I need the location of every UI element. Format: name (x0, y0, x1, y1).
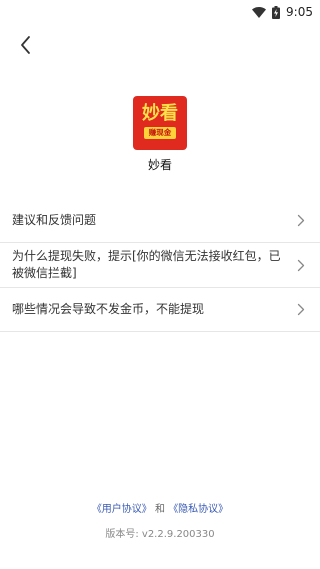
faq-item-label: 为什么提现失败，提示[你的微信无法接收红包，已被微信拦截] (12, 249, 281, 280)
logo-main-text: 妙看 (142, 103, 178, 124)
faq-item-feedback[interactable]: 建议和反馈问题 (0, 199, 320, 243)
chevron-right-icon (294, 214, 308, 228)
faq-item-withdraw-failed[interactable]: 为什么提现失败，提示[你的微信无法接收红包，已被微信拦截] (0, 243, 320, 288)
faq-item-label: 建议和反馈问题 (12, 213, 97, 227)
faq-item-label: 哪些情况会导致不发金币，不能提现 (12, 302, 205, 316)
user-agreement-link[interactable]: 《用户协议》 (92, 504, 152, 515)
logo-ribbon-text: 赚现金 (143, 127, 177, 139)
battery-charging-icon (272, 5, 281, 19)
footer: 《用户协议》 和 《隐私协议》 版本号: v2.2.9.200330 (0, 500, 320, 540)
faq-list: 建议和反馈问题 为什么提现失败，提示[你的微信无法接收红包，已被微信拦截] 哪些… (0, 199, 320, 332)
chevron-right-icon (294, 258, 308, 272)
status-bar: 9:05 (0, 0, 320, 24)
app-header: 妙看 赚现金 妙看 (0, 96, 320, 173)
privacy-agreement-link[interactable]: 《隐私协议》 (168, 504, 228, 515)
back-arrow-icon (19, 35, 31, 59)
faq-item-no-coins[interactable]: 哪些情况会导致不发金币，不能提现 (0, 288, 320, 332)
back-button[interactable] (12, 34, 38, 60)
status-time: 9:05 (286, 5, 313, 19)
version-text: 版本号: v2.2.9.200330 (105, 529, 215, 540)
and-text: 和 (155, 504, 165, 515)
wifi-icon (252, 6, 267, 18)
agreement-links: 《用户协议》 和 《隐私协议》 (0, 500, 320, 515)
app-name: 妙看 (147, 158, 172, 172)
chevron-right-icon (294, 303, 308, 317)
app-logo: 妙看 赚现金 (133, 96, 187, 150)
